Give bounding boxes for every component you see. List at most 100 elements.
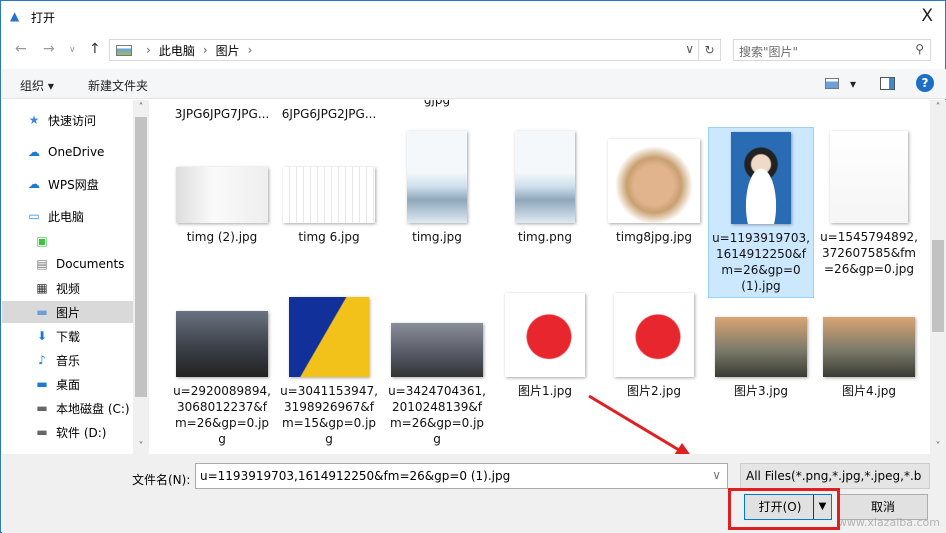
file-name: timg (2).jpg bbox=[186, 230, 258, 244]
thumbnail-image bbox=[515, 131, 575, 223]
sidebar-item-label: 本地磁盘 (C:) bbox=[56, 401, 130, 416]
file-item[interactable]: 图片1.jpg bbox=[492, 293, 598, 399]
scroll-up-icon[interactable]: ˄ bbox=[930, 102, 946, 113]
file-name: timg 6.jpg bbox=[298, 230, 360, 244]
file-item[interactable]: u=1545794892,372607585&fm=26&gp=0.jpg bbox=[816, 131, 922, 277]
file-item[interactable]: 图片2.jpg bbox=[601, 293, 707, 399]
file-name: u=2920089894,3068012237&fm=26&gp=0.jpg bbox=[173, 384, 271, 446]
address-dropdown[interactable]: ∨ bbox=[685, 42, 694, 56]
file-item[interactable]: timg 6.jpg bbox=[276, 167, 382, 245]
file-item[interactable]: timg.png bbox=[492, 131, 598, 245]
organize-menu[interactable]: 组织 ▾ bbox=[20, 77, 54, 94]
thumbnail-image bbox=[289, 297, 369, 377]
sidebar-scrollbar[interactable]: ˄ ˅ bbox=[133, 100, 149, 454]
app-icon: ▣ bbox=[36, 234, 48, 248]
scroll-down-icon[interactable]: ˅ bbox=[133, 441, 149, 452]
filename-label: 文件名(N): bbox=[132, 473, 191, 487]
thumbnail-image bbox=[614, 293, 694, 377]
scroll-thumb[interactable] bbox=[135, 117, 147, 397]
thumbnail-image bbox=[830, 131, 908, 223]
file-item[interactable]: 图片3.jpg bbox=[708, 317, 814, 399]
sidebar-item[interactable]: ▤ Documents bbox=[2, 253, 133, 275]
sidebar-item[interactable]: ▬ 桌面 bbox=[2, 373, 133, 395]
bottom-panel: 文件名(N): u=1193919703,1614912250&fm=26&gp… bbox=[2, 454, 946, 533]
chevron-right-icon: › bbox=[247, 43, 253, 57]
filename-input[interactable]: u=1193919703,1614912250&fm=26&gp=0 (1).j… bbox=[195, 463, 728, 489]
file-item[interactable]: timg (2).jpg bbox=[169, 167, 275, 245]
file-list-scrollbar[interactable]: ˄ ˅ bbox=[930, 100, 946, 454]
search-placeholder: 搜索"图片" bbox=[739, 45, 799, 59]
sidebar-item[interactable]: ▦ 视频 bbox=[2, 277, 133, 299]
sidebar-item[interactable]: ★ 快速访问 bbox=[2, 109, 133, 131]
thumbnail-image bbox=[731, 132, 791, 224]
file-item[interactable]: u=3041153947,3198926967&fm=15&gp=0.jpg bbox=[276, 297, 382, 447]
chevron-down-icon[interactable]: ∨ bbox=[712, 468, 721, 482]
title-bar: ▲ 打开 X bbox=[1, 1, 945, 33]
sidebar-item-label: 快速访问 bbox=[48, 113, 97, 128]
back-button[interactable]: ← bbox=[15, 41, 27, 57]
sidebar-item[interactable]: ▬ 本地磁盘 (C:) bbox=[2, 397, 133, 419]
sidebar-item[interactable]: ▣ bbox=[2, 230, 133, 252]
thumbnail-image bbox=[407, 131, 467, 223]
file-name: 6JPG6JPG2JPG... bbox=[281, 107, 377, 121]
star-icon: ★ bbox=[28, 113, 40, 127]
file-item[interactable]: 6JPG6JPG2JPG... bbox=[276, 106, 382, 122]
up-button[interactable]: ↑ bbox=[89, 41, 101, 57]
forward-button[interactable]: → bbox=[43, 41, 55, 57]
sidebar-item[interactable]: ☁ WPS网盘 bbox=[2, 173, 133, 195]
recent-locations-button[interactable]: ∨ bbox=[69, 45, 76, 55]
view-dropdown[interactable]: ▾ bbox=[850, 77, 856, 91]
file-item[interactable]: timg.jpg bbox=[384, 131, 490, 245]
sidebar-item[interactable]: ☁ OneDrive bbox=[2, 141, 133, 163]
sidebar-item-label: 音乐 bbox=[56, 353, 81, 368]
app-icon: ▲ bbox=[10, 9, 20, 23]
sidebar-item-label: 视频 bbox=[56, 281, 81, 296]
sidebar-item-label: WPS网盘 bbox=[48, 177, 99, 192]
cloud-icon: ☁ bbox=[28, 145, 40, 159]
help-button[interactable]: ? bbox=[916, 74, 934, 92]
file-item[interactable]: u=1193919703,1614912250&fm=26&gp=0 (1).j… bbox=[708, 127, 814, 298]
chevron-right-icon: › bbox=[146, 43, 151, 57]
scroll-up-icon[interactable]: ˄ bbox=[133, 102, 149, 113]
open-dropdown-arrow[interactable]: ▼ bbox=[813, 495, 831, 519]
file-item[interactable]: gjpg bbox=[384, 100, 490, 108]
file-item[interactable]: timg8jpg.jpg bbox=[601, 139, 707, 245]
new-folder-button[interactable]: 新建文件夹 bbox=[88, 77, 148, 94]
file-item[interactable]: 3JPG6JPG7JPG... bbox=[169, 106, 275, 122]
view-icon[interactable] bbox=[825, 78, 839, 89]
document-icon: ▤ bbox=[36, 257, 48, 271]
close-button[interactable]: X bbox=[921, 6, 933, 26]
refresh-button[interactable]: ↻ bbox=[698, 40, 720, 60]
sidebar-item[interactable]: ⬇ 下载 bbox=[2, 325, 133, 347]
filetype-select[interactable]: All Files(*.png,*.jpg,*.jpeg,*.b bbox=[740, 463, 930, 489]
filename-value: u=1193919703,1614912250&fm=26&gp=0 (1).j… bbox=[200, 469, 511, 483]
sidebar-item-label: OneDrive bbox=[48, 145, 105, 159]
thumbnail-image bbox=[715, 317, 807, 377]
search-input[interactable]: 搜索"图片" ⚲ bbox=[733, 39, 931, 61]
scroll-down-icon[interactable]: ˅ bbox=[930, 441, 946, 452]
drive-icon: ▬ bbox=[36, 401, 48, 415]
breadcrumb-pictures[interactable]: 图片 bbox=[216, 42, 240, 59]
preview-pane-icon[interactable] bbox=[880, 77, 895, 90]
thumbnail-image bbox=[283, 167, 375, 223]
sidebar-item-label: 软件 (D:) bbox=[56, 425, 107, 440]
sidebar-item-label: Documents bbox=[56, 257, 125, 271]
file-item[interactable]: u=3424704361,2010248139&fm=26&gp=0.jpg bbox=[384, 323, 490, 447]
file-name: u=3424704361,2010248139&fm=26&gp=0.jpg bbox=[388, 384, 486, 446]
address-bar[interactable]: › 此电脑 › 图片 › ∨ ↻ bbox=[109, 39, 721, 61]
file-item[interactable]: 图片4.jpg bbox=[816, 317, 922, 399]
sidebar-item[interactable]: ▭ 此电脑 bbox=[2, 205, 133, 227]
thumbnail-image bbox=[391, 323, 483, 377]
file-name: u=3041153947,3198926967&fm=15&gp=0.jpg bbox=[280, 384, 378, 446]
sidebar-item[interactable]: ▬ 图片 bbox=[2, 301, 133, 323]
thumbnail-image bbox=[823, 317, 915, 377]
file-item[interactable]: u=2920089894,3068012237&fm=26&gp=0.jpg bbox=[169, 311, 275, 447]
sidebar-item[interactable]: ♪ 音乐 bbox=[2, 349, 133, 371]
sidebar-item-label: 图片 bbox=[56, 305, 81, 320]
breadcrumb-this-pc[interactable]: 此电脑 bbox=[159, 42, 195, 59]
open-button[interactable]: 打开(O) ▼ bbox=[744, 494, 832, 520]
scroll-thumb[interactable] bbox=[932, 240, 944, 332]
sidebar-item[interactable]: ▬ 软件 (D:) bbox=[2, 421, 133, 443]
search-icon: ⚲ bbox=[915, 42, 924, 56]
thumbnail-image bbox=[176, 167, 268, 223]
